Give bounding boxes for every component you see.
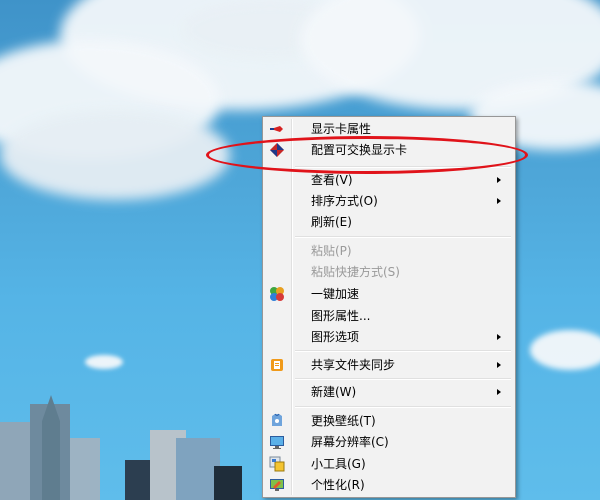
monitor-icon (269, 434, 285, 450)
menu-item-new[interactable]: 新建(W) (265, 381, 513, 403)
menu-item-label: 屏幕分辨率(C) (311, 435, 389, 449)
menu-item-screen-resolution[interactable]: 屏幕分辨率(C) (265, 431, 513, 453)
menu-item-paste-shortcut: 粘贴快捷方式(S) (265, 261, 513, 283)
menu-item-refresh[interactable]: 刷新(E) (265, 211, 513, 233)
city-skyline (0, 395, 250, 500)
menu-separator (295, 350, 511, 352)
gadgets-icon (269, 456, 285, 472)
menu-item-label: 共享文件夹同步 (311, 358, 396, 372)
submenu-arrow-icon (497, 362, 501, 368)
personalize-icon (269, 477, 285, 493)
menu-item-label: 排序方式(O) (311, 194, 378, 208)
menu-item-shared-folder-sync[interactable]: 共享文件夹同步 (265, 354, 513, 376)
cloud (85, 355, 123, 369)
menu-item-label: 更换壁纸(T) (311, 414, 376, 428)
menu-item-label: 粘贴快捷方式(S) (311, 265, 400, 279)
submenu-arrow-icon (497, 177, 501, 183)
menu-item-paste: 粘贴(P) (265, 240, 513, 262)
menu-item-label: 图形属性... (311, 309, 371, 323)
display-properties-icon (269, 121, 285, 137)
submenu-arrow-icon (497, 389, 501, 395)
submenu-arrow-icon (497, 198, 501, 204)
menu-item-label: 个性化(R) (311, 478, 365, 492)
submenu-arrow-icon (497, 334, 501, 340)
wallpaper-icon (269, 413, 285, 429)
menu-item-sort-by[interactable]: 排序方式(O) (265, 190, 513, 212)
cloud (0, 110, 230, 200)
speedup-icon (269, 286, 285, 302)
menu-item-label: 查看(V) (311, 173, 353, 187)
menu-item-personalize[interactable]: 个性化(R) (265, 474, 513, 496)
menu-item-label: 显示卡属性 (311, 122, 372, 136)
menu-item-graphics-properties[interactable]: 图形属性... (265, 305, 513, 327)
menu-item-label: 图形选项 (311, 330, 360, 344)
menu-item-label: 小工具(G) (311, 457, 366, 471)
menu-separator (295, 378, 511, 380)
menu-item-graphics-options[interactable]: 图形选项 (265, 326, 513, 348)
menu-item-label: 新建(W) (311, 385, 357, 399)
menu-item-change-wallpaper[interactable]: 更换壁纸(T) (265, 410, 513, 432)
folder-sync-icon (269, 357, 285, 373)
menu-item-label: 粘贴(P) (311, 244, 352, 258)
menu-item-one-click-speedup[interactable]: 一键加速 (265, 283, 513, 305)
menu-item-label: 刷新(E) (311, 215, 352, 229)
menu-item-gadgets[interactable]: 小工具(G) (265, 453, 513, 475)
cloud (530, 330, 600, 370)
menu-item-label: 一键加速 (311, 287, 360, 301)
menu-separator (295, 406, 511, 408)
menu-separator (295, 236, 511, 238)
red-highlight-annotation (206, 136, 528, 174)
